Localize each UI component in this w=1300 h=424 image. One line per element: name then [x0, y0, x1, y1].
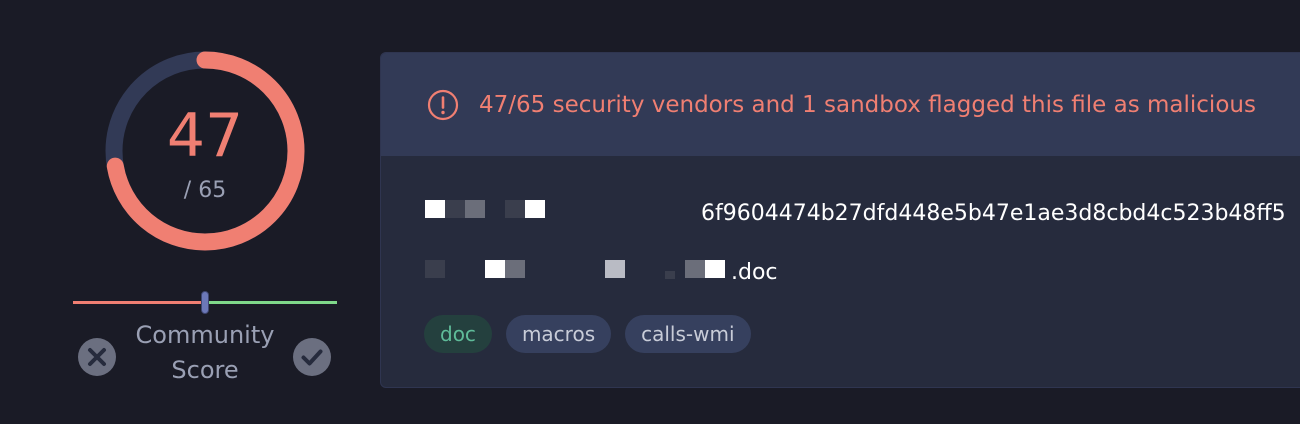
community-positive-bar	[205, 301, 337, 304]
redaction-block	[485, 260, 505, 278]
tag-doc[interactable]: doc	[424, 315, 492, 353]
redaction-block	[505, 260, 525, 278]
check-icon	[301, 349, 323, 366]
vote-harmful-button[interactable]	[78, 338, 116, 376]
alert-message: 47/65 security vendors and 1 sandbox fla…	[479, 92, 1256, 118]
community-label-line1: Community	[135, 321, 275, 349]
total-count: / 65	[183, 178, 227, 203]
file-summary-panel: 47/65 security vendors and 1 sandbox fla…	[380, 52, 1300, 388]
close-icon	[88, 348, 106, 366]
positives-count: 47	[166, 101, 244, 171]
community-score-label: Community Score	[125, 318, 285, 388]
redaction-block	[465, 200, 485, 218]
redaction-block	[425, 260, 445, 278]
file-name[interactable]: .doc	[731, 258, 778, 288]
redaction-block	[605, 260, 625, 278]
vote-harmless-button[interactable]	[293, 338, 331, 376]
donut-labels: 47 / 65	[104, 50, 306, 252]
community-score-marker	[201, 291, 209, 314]
redaction-block	[665, 271, 675, 279]
tag-macros[interactable]: macros	[505, 315, 612, 353]
community-score-bar	[73, 291, 337, 314]
redaction-block	[445, 200, 465, 218]
community-negative-bar	[73, 301, 205, 304]
redaction-block	[505, 200, 525, 218]
redaction-block	[705, 260, 725, 278]
exclamation-circle-icon	[427, 89, 459, 121]
community-label-line2: Score	[171, 356, 239, 384]
file-tags: doc macros calls-wmi	[424, 315, 751, 353]
redaction-block	[685, 260, 705, 278]
redaction-block	[525, 200, 545, 218]
detection-ratio-donut: 47 / 65	[104, 50, 306, 252]
detection-score-area: 47 / 65 Community Score	[0, 0, 380, 424]
redaction-block	[425, 200, 445, 218]
tag-calls-wmi[interactable]: calls-wmi	[625, 315, 751, 353]
file-hash[interactable]: 6f9604474b27dfd448e5b47e1ae3d8cbd4c523b4…	[701, 199, 1286, 229]
alert-banner: 47/65 security vendors and 1 sandbox fla…	[381, 53, 1300, 156]
